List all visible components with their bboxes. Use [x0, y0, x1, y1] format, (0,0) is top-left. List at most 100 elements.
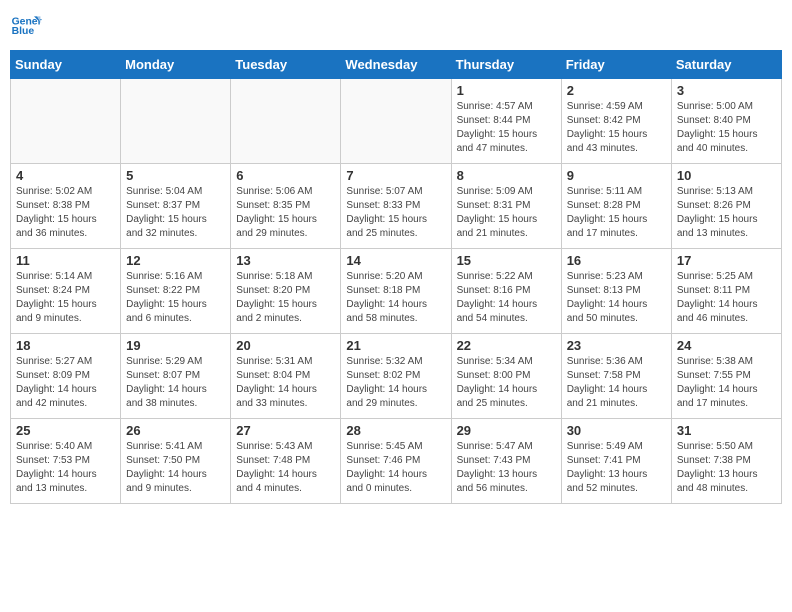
calendar-cell: 21Sunrise: 5:32 AM Sunset: 8:02 PM Dayli… — [341, 334, 451, 419]
day-number: 30 — [567, 423, 666, 438]
calendar-cell: 11Sunrise: 5:14 AM Sunset: 8:24 PM Dayli… — [11, 249, 121, 334]
calendar-week-row: 25Sunrise: 5:40 AM Sunset: 7:53 PM Dayli… — [11, 419, 782, 504]
cell-info: Sunrise: 5:18 AM Sunset: 8:20 PM Dayligh… — [236, 270, 335, 326]
day-number: 7 — [346, 168, 445, 183]
cell-info: Sunrise: 5:49 AM Sunset: 7:41 PM Dayligh… — [567, 440, 666, 496]
calendar-cell: 19Sunrise: 5:29 AM Sunset: 8:07 PM Dayli… — [121, 334, 231, 419]
calendar-week-row: 1 Sunrise: 4:57 AM Sunset: 8:44 PM Daylig… — [11, 79, 782, 164]
calendar-cell: 13 Sunrise: 5:18 AM Sunset: 8:20 PM Dayli… — [231, 249, 341, 334]
calendar-cell: 25Sunrise: 5:40 AM Sunset: 7:53 PM Dayli… — [11, 419, 121, 504]
cell-info: Sunrise: 5:20 AM Sunset: 8:18 PM Dayligh… — [346, 270, 445, 326]
day-number: 27 — [236, 423, 335, 438]
cell-info: Sunrise: 5:16 AM Sunset: 8:22 PM Dayligh… — [126, 270, 225, 326]
cell-info: Sunrise: 4:59 AM Sunset: 8:42 PM Dayligh… — [567, 100, 666, 156]
calendar-cell: 9Sunrise: 5:11 AM Sunset: 8:28 PM Daylig… — [561, 164, 671, 249]
weekday-header: Tuesday — [231, 51, 341, 79]
calendar-cell: 12Sunrise: 5:16 AM Sunset: 8:22 PM Dayli… — [121, 249, 231, 334]
calendar-cell: 30 Sunrise: 5:49 AM Sunset: 7:41 PM Dayli… — [561, 419, 671, 504]
calendar-cell: 23 Sunrise: 5:36 AM Sunset: 7:58 PM Dayli… — [561, 334, 671, 419]
calendar-cell: 4 Sunrise: 5:02 AM Sunset: 8:38 PM Daylig… — [11, 164, 121, 249]
calendar-cell — [231, 79, 341, 164]
cell-info: Sunrise: 5:34 AM Sunset: 8:00 PM Dayligh… — [457, 355, 556, 411]
calendar-cell: 6 Sunrise: 5:06 AM Sunset: 8:35 PM Daylig… — [231, 164, 341, 249]
cell-info: Sunrise: 5:13 AM Sunset: 8:26 PM Dayligh… — [677, 185, 776, 241]
cell-info: Sunrise: 5:02 AM Sunset: 8:38 PM Dayligh… — [16, 185, 115, 241]
calendar-cell: 24 Sunrise: 5:38 AM Sunset: 7:55 PM Dayli… — [671, 334, 781, 419]
cell-info: Sunrise: 5:06 AM Sunset: 8:35 PM Dayligh… — [236, 185, 335, 241]
day-number: 13 — [236, 253, 335, 268]
weekday-header: Sunday — [11, 51, 121, 79]
day-number: 18 — [16, 338, 115, 353]
cell-info: Sunrise: 5:22 AM Sunset: 8:16 PM Dayligh… — [457, 270, 556, 326]
logo-icon: General Blue — [10, 10, 42, 42]
day-number: 26 — [126, 423, 225, 438]
day-number: 11 — [16, 253, 115, 268]
day-number: 10 — [677, 168, 776, 183]
calendar-cell: 31 Sunrise: 5:50 AM Sunset: 7:38 PM Dayli… — [671, 419, 781, 504]
calendar-cell — [341, 79, 451, 164]
calendar-table: SundayMondayTuesdayWednesdayThursdayFrid… — [10, 50, 782, 504]
calendar-cell — [11, 79, 121, 164]
logo: General Blue — [10, 10, 42, 42]
cell-info: Sunrise: 5:04 AM Sunset: 8:37 PM Dayligh… — [126, 185, 225, 241]
weekday-header-row: SundayMondayTuesdayWednesdayThursdayFrid… — [11, 51, 782, 79]
day-number: 21 — [346, 338, 445, 353]
day-number: 4 — [16, 168, 115, 183]
calendar-cell: 10 Sunrise: 5:13 AM Sunset: 8:26 PM Dayli… — [671, 164, 781, 249]
page-header: General Blue — [10, 10, 782, 42]
calendar-cell: 2 Sunrise: 4:59 AM Sunset: 8:42 PM Daylig… — [561, 79, 671, 164]
cell-info: Sunrise: 5:27 AM Sunset: 8:09 PM Dayligh… — [16, 355, 115, 411]
day-number: 23 — [567, 338, 666, 353]
weekday-header: Thursday — [451, 51, 561, 79]
calendar-cell: 5 Sunrise: 5:04 AM Sunset: 8:37 PM Daylig… — [121, 164, 231, 249]
weekday-header: Saturday — [671, 51, 781, 79]
calendar-cell: 18 Sunrise: 5:27 AM Sunset: 8:09 PM Dayli… — [11, 334, 121, 419]
day-number: 29 — [457, 423, 556, 438]
cell-info: Sunrise: 5:47 AM Sunset: 7:43 PM Dayligh… — [457, 440, 556, 496]
cell-info: Sunrise: 5:25 AM Sunset: 8:11 PM Dayligh… — [677, 270, 776, 326]
day-number: 5 — [126, 168, 225, 183]
day-number: 8 — [457, 168, 556, 183]
calendar-week-row: 4 Sunrise: 5:02 AM Sunset: 8:38 PM Daylig… — [11, 164, 782, 249]
calendar-cell: 26 Sunrise: 5:41 AM Sunset: 7:50 PM Dayli… — [121, 419, 231, 504]
day-number: 19 — [126, 338, 225, 353]
calendar-cell: 28Sunrise: 5:45 AM Sunset: 7:46 PM Dayli… — [341, 419, 451, 504]
calendar-week-row: 11Sunrise: 5:14 AM Sunset: 8:24 PM Dayli… — [11, 249, 782, 334]
calendar-cell: 3Sunrise: 5:00 AM Sunset: 8:40 PM Daylig… — [671, 79, 781, 164]
day-number: 31 — [677, 423, 776, 438]
cell-info: Sunrise: 5:38 AM Sunset: 7:55 PM Dayligh… — [677, 355, 776, 411]
day-number: 14 — [346, 253, 445, 268]
cell-info: Sunrise: 4:57 AM Sunset: 8:44 PM Dayligh… — [457, 100, 556, 156]
calendar-cell: 22Sunrise: 5:34 AM Sunset: 8:00 PM Dayli… — [451, 334, 561, 419]
calendar-week-row: 18 Sunrise: 5:27 AM Sunset: 8:09 PM Dayli… — [11, 334, 782, 419]
cell-info: Sunrise: 5:40 AM Sunset: 7:53 PM Dayligh… — [16, 440, 115, 496]
cell-info: Sunrise: 5:50 AM Sunset: 7:38 PM Dayligh… — [677, 440, 776, 496]
cell-info: Sunrise: 5:43 AM Sunset: 7:48 PM Dayligh… — [236, 440, 335, 496]
calendar-cell: 14 Sunrise: 5:20 AM Sunset: 8:18 PM Dayli… — [341, 249, 451, 334]
calendar-cell: 15 Sunrise: 5:22 AM Sunset: 8:16 PM Dayli… — [451, 249, 561, 334]
cell-info: Sunrise: 5:41 AM Sunset: 7:50 PM Dayligh… — [126, 440, 225, 496]
calendar-cell: 16 Sunrise: 5:23 AM Sunset: 8:13 PM Dayli… — [561, 249, 671, 334]
day-number: 15 — [457, 253, 556, 268]
day-number: 28 — [346, 423, 445, 438]
day-number: 1 — [457, 83, 556, 98]
calendar-cell: 7 Sunrise: 5:07 AM Sunset: 8:33 PM Daylig… — [341, 164, 451, 249]
calendar-cell: 29 Sunrise: 5:47 AM Sunset: 7:43 PM Dayli… — [451, 419, 561, 504]
day-number: 16 — [567, 253, 666, 268]
calendar-cell: 1 Sunrise: 4:57 AM Sunset: 8:44 PM Daylig… — [451, 79, 561, 164]
day-number: 9 — [567, 168, 666, 183]
day-number: 17 — [677, 253, 776, 268]
cell-info: Sunrise: 5:36 AM Sunset: 7:58 PM Dayligh… — [567, 355, 666, 411]
weekday-header: Monday — [121, 51, 231, 79]
day-number: 2 — [567, 83, 666, 98]
day-number: 24 — [677, 338, 776, 353]
cell-info: Sunrise: 5:23 AM Sunset: 8:13 PM Dayligh… — [567, 270, 666, 326]
weekday-header: Friday — [561, 51, 671, 79]
calendar-cell: 27 Sunrise: 5:43 AM Sunset: 7:48 PM Dayli… — [231, 419, 341, 504]
calendar-cell: 20Sunrise: 5:31 AM Sunset: 8:04 PM Dayli… — [231, 334, 341, 419]
calendar-cell: 8Sunrise: 5:09 AM Sunset: 8:31 PM Daylig… — [451, 164, 561, 249]
cell-info: Sunrise: 5:07 AM Sunset: 8:33 PM Dayligh… — [346, 185, 445, 241]
calendar-cell — [121, 79, 231, 164]
day-number: 6 — [236, 168, 335, 183]
cell-info: Sunrise: 5:31 AM Sunset: 8:04 PM Dayligh… — [236, 355, 335, 411]
